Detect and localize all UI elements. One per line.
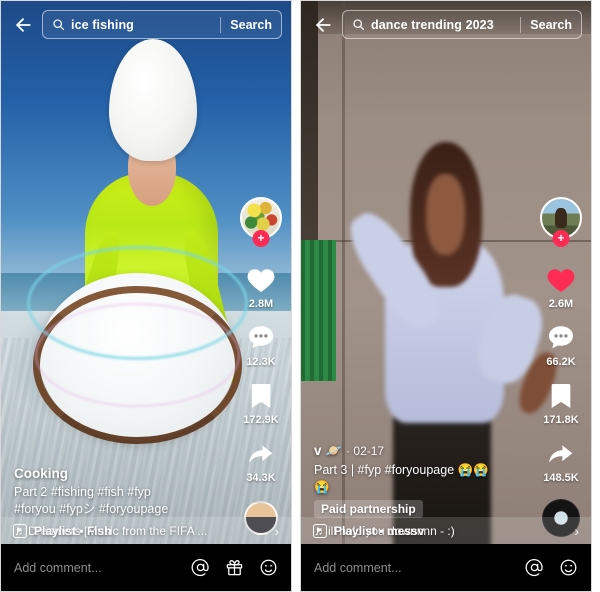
caption-line-1: Part 2 #fishing #fish #fyp — [14, 485, 151, 499]
bookmark-icon — [244, 379, 278, 413]
comment-icon — [244, 321, 278, 355]
comment-button-right[interactable]: 66.2K — [544, 321, 578, 368]
like-count: 2.6M — [548, 298, 574, 310]
follow-plus-badge[interactable]: + — [552, 230, 570, 247]
follow-plus-badge[interactable]: + — [252, 230, 270, 247]
chevron-right-icon: › — [274, 522, 279, 539]
comment-bar-left: Add comment... — [1, 544, 291, 591]
profile-avatar-right[interactable]: + — [540, 197, 582, 247]
search-query-text: dance trending 2023 — [371, 17, 494, 32]
search-topbar-right: dance trending 2023 Search — [301, 1, 591, 48]
chevron-right-icon: › — [574, 522, 579, 539]
heart-icon — [544, 263, 578, 297]
share-arrow-icon — [244, 437, 278, 471]
author-row-right[interactable]: v 🪐 · 02-17 — [314, 443, 539, 459]
disc-motion-blur-lower — [34, 302, 240, 408]
author-username: Cooking — [14, 466, 68, 481]
green-railing — [301, 239, 336, 382]
heart-icon — [244, 263, 278, 297]
comment-bar-icons-right — [525, 558, 578, 577]
author-row-left[interactable]: Cooking — [14, 466, 239, 481]
search-topbar-left: ice fishing Search — [1, 1, 291, 48]
bookmark-count: 171.8K — [543, 414, 579, 426]
playlist-icon — [313, 523, 327, 538]
emoji-icon[interactable] — [259, 558, 278, 577]
like-button-right[interactable]: 2.6M — [544, 263, 578, 310]
like-count: 2.8M — [248, 298, 274, 310]
spinning-ice-disc — [26, 245, 248, 445]
add-comment-input[interactable]: Add comment... — [314, 561, 525, 575]
bookmark-icon — [544, 379, 578, 413]
profile-avatar-left[interactable]: + — [240, 197, 282, 247]
search-button-right[interactable]: Search — [521, 18, 581, 32]
comment-button-left[interactable]: 12.3K — [244, 321, 278, 368]
share-arrow-icon — [544, 437, 578, 471]
action-rail-right: + 2.6M 66.2K 171.8K 148.5K — [537, 197, 585, 537]
caption-line-2: 😭 — [314, 480, 330, 494]
bookmark-button-right[interactable]: 171.8K — [543, 379, 579, 426]
comment-icon — [544, 321, 578, 355]
search-icon — [353, 19, 365, 31]
phone-panel-right: dance trending 2023 Search + 2.6M 66.2K … — [300, 0, 592, 592]
add-comment-input[interactable]: Add comment... — [14, 561, 191, 575]
playlist-icon — [13, 523, 27, 538]
search-input-right[interactable]: dance trending 2023 Search — [342, 10, 582, 39]
dual-phone-screenshot: ice fishing Search + 2.8M 12.3K 172.9K 3… — [0, 0, 600, 592]
search-input-left[interactable]: ice fishing Search — [42, 10, 282, 39]
comment-bar-icons-left — [191, 558, 278, 577]
comment-bar-right: Add comment... — [301, 544, 591, 591]
fur-hat — [109, 39, 198, 161]
back-arrow-icon[interactable] — [10, 12, 36, 38]
playlist-bar-left[interactable]: Playlist • Fish › — [1, 517, 291, 544]
caption-line-1: Part 3 | #fyp #foryoupage 😭😭 — [314, 463, 489, 477]
comment-count: 12.3K — [246, 356, 276, 368]
search-query-text: ice fishing — [71, 17, 134, 32]
bookmark-button-left[interactable]: 172.9K — [243, 379, 279, 426]
comment-count: 66.2K — [546, 356, 576, 368]
caption-line-2: #foryou #fypシ #foryoupage — [14, 502, 169, 516]
post-date: · 02-17 — [346, 444, 385, 458]
search-icon — [53, 19, 65, 31]
back-arrow-icon[interactable] — [310, 12, 336, 38]
playlist-bar-right[interactable]: Playlist • messv › — [301, 517, 591, 544]
emoji-icon[interactable] — [559, 558, 578, 577]
share-button-left[interactable]: 34.3K — [244, 437, 278, 484]
dancer-face — [426, 174, 466, 255]
search-button-left[interactable]: Search — [221, 18, 281, 32]
at-icon[interactable] — [525, 558, 544, 577]
paid-partnership-badge: Paid partnership — [314, 500, 423, 518]
bookmark-count: 172.9K — [243, 414, 279, 426]
gift-icon[interactable] — [225, 558, 244, 577]
phone-panel-left: ice fishing Search + 2.8M 12.3K 172.9K 3… — [0, 0, 292, 592]
share-button-right[interactable]: 148.5K — [543, 437, 579, 484]
at-icon[interactable] — [191, 558, 210, 577]
playlist-label: Playlist • Fish — [34, 523, 112, 538]
share-count: 34.3K — [246, 472, 276, 484]
like-button-left[interactable]: 2.8M — [244, 263, 278, 310]
share-count: 148.5K — [543, 472, 579, 484]
playlist-label: Playlist • messv — [334, 523, 425, 538]
action-rail-left: + 2.8M 12.3K 172.9K 34.3K — [237, 197, 285, 535]
author-username: v 🪐 — [314, 443, 343, 458]
